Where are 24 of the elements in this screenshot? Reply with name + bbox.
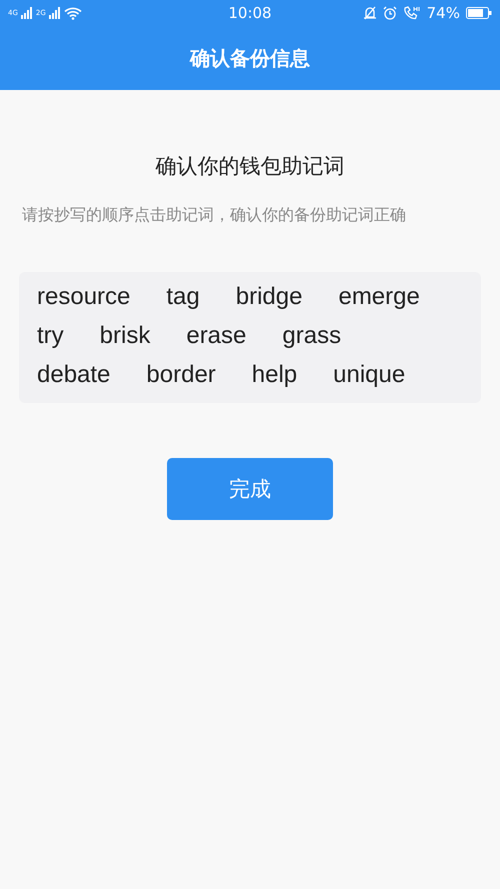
battery-icon [466, 7, 492, 19]
section-heading: 确认你的钱包助记词 [156, 153, 344, 180]
page-title: 确认备份信息 [190, 44, 310, 72]
mnemonic-word[interactable]: grass [282, 317, 378, 356]
mnemonic-word[interactable]: try [37, 317, 100, 356]
signal-icon [20, 7, 33, 19]
mnemonic-word[interactable]: resource [37, 278, 166, 317]
mnemonic-word[interactable]: debate [37, 356, 146, 395]
instruction-text: 请按抄写的顺序点击助记词，确认你的备份助记词正确 [22, 204, 407, 226]
mnemonic-word[interactable]: erase [186, 317, 282, 356]
wifi-icon [64, 6, 82, 20]
mnemonic-word[interactable]: bridge [236, 278, 338, 317]
mnemonic-word[interactable]: tag [166, 278, 236, 317]
mnemonic-word[interactable]: unique [333, 356, 442, 395]
alarm-icon [382, 6, 397, 20]
mnemonic-word[interactable]: emerge [338, 278, 456, 317]
phone-icon [402, 6, 421, 20]
mnemonic-word[interactable]: brisk [100, 317, 186, 356]
battery-percent: 74% [426, 4, 460, 22]
mnemonic-word[interactable]: help [252, 356, 334, 395]
bell-off-icon [362, 6, 377, 20]
signal-icon [48, 7, 61, 19]
mnemonic-word[interactable]: border [146, 356, 252, 395]
status-time: 10:08 [228, 4, 272, 22]
